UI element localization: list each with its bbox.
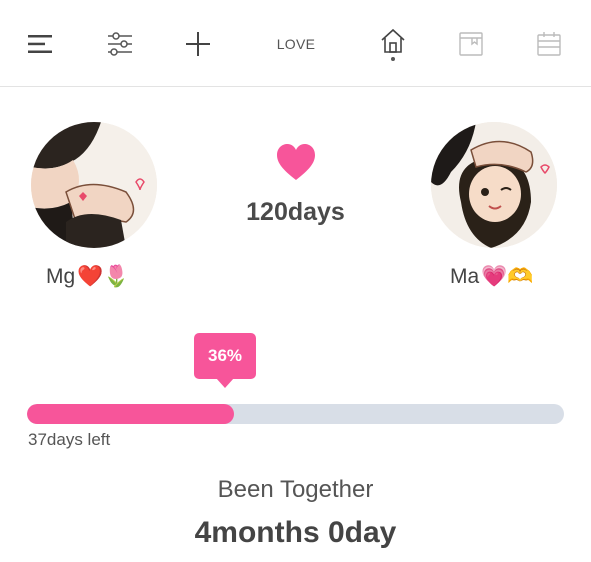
been-together-label: Been Together xyxy=(217,476,374,503)
menu-icon[interactable] xyxy=(24,24,58,64)
been-together-value: 4months 0day xyxy=(194,516,397,549)
days-left-label: 37days left xyxy=(28,430,111,449)
partner-right-avatar[interactable] xyxy=(431,122,557,248)
partner-left-name[interactable]: Mg ❤️🌷 xyxy=(46,265,129,289)
top-toolbar: LOVE xyxy=(0,0,591,87)
progress-percent-badge: 36% xyxy=(194,333,256,379)
calendar-icon[interactable] xyxy=(530,24,568,64)
partner-left-name-text: Mg xyxy=(46,265,76,288)
partner-right-name[interactable]: Ma 💗🫶 xyxy=(450,265,533,289)
home-tab[interactable] xyxy=(374,24,412,64)
love-tab[interactable]: LOVE xyxy=(268,24,324,64)
partner-right-emojis: 💗🫶 xyxy=(481,265,534,288)
sliders-icon[interactable] xyxy=(102,24,138,64)
active-tab-dot xyxy=(391,57,395,61)
partner-left-emojis: ❤️🌷 xyxy=(77,265,130,288)
add-icon[interactable] xyxy=(180,24,216,64)
book-icon[interactable] xyxy=(452,24,490,64)
progress-fill xyxy=(27,404,234,424)
partner-left-avatar[interactable] xyxy=(31,122,157,248)
badge-pointer xyxy=(216,378,234,388)
days-counter: 120days xyxy=(246,198,345,226)
partner-right-name-text: Ma xyxy=(450,265,480,288)
home-icon xyxy=(381,28,405,53)
heart-icon xyxy=(275,142,317,184)
progress-track xyxy=(27,404,564,424)
